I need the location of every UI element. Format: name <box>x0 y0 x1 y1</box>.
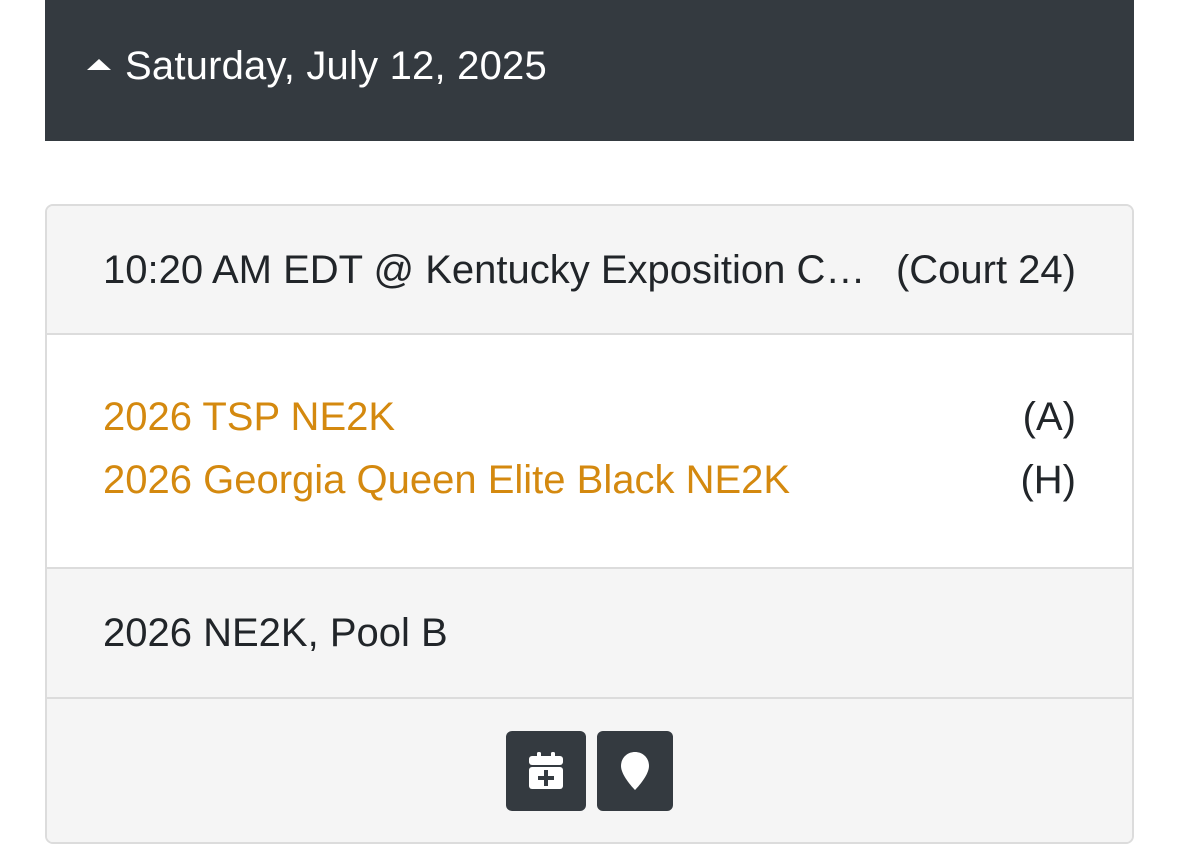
add-to-calendar-button[interactable] <box>506 731 586 811</box>
match-card: 10:20 AM EDT @ Kentucky Exposition Cente… <box>45 204 1134 844</box>
match-time-location: 10:20 AM EDT @ Kentucky Exposition Cente… <box>103 248 873 292</box>
match-court: (Court 24) <box>895 248 1076 292</box>
calendar-plus-icon <box>529 752 563 789</box>
match-pool-row: 2026 NE2K, Pool B <box>47 569 1132 699</box>
team-link-home[interactable]: 2026 Georgia Queen Elite Black NE2K <box>103 458 790 503</box>
team-link-away[interactable]: 2026 TSP NE2K <box>103 395 395 440</box>
team-side-home: (H) <box>1020 458 1076 502</box>
map-location-button[interactable] <box>597 731 673 811</box>
day-header[interactable]: Saturday, July 12, 2025 <box>45 0 1134 141</box>
caret-up-icon <box>87 59 111 70</box>
team-line-home: 2026 Georgia Queen Elite Black NE2K (H) <box>103 449 1076 512</box>
map-pin-icon <box>621 752 649 790</box>
team-side-away: (A) <box>1022 395 1076 439</box>
day-title: Saturday, July 12, 2025 <box>125 44 547 88</box>
match-pool: 2026 NE2K, Pool B <box>103 610 448 655</box>
match-teams-row: 2026 TSP NE2K (A) 2026 Georgia Queen Eli… <box>47 335 1132 569</box>
match-actions-row <box>47 699 1132 842</box>
match-time-row: 10:20 AM EDT @ Kentucky Exposition Cente… <box>47 206 1132 335</box>
team-line-away: 2026 TSP NE2K (A) <box>103 386 1076 449</box>
